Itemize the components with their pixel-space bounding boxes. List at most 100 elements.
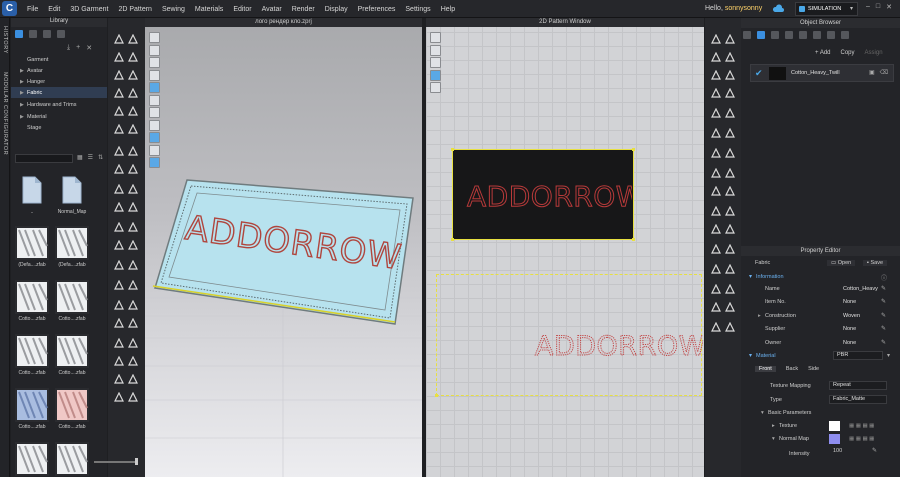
library-tree-garment[interactable]: Garment (11, 54, 107, 65)
sew-tool-icon[interactable] (128, 355, 138, 366)
library-search-input[interactable] (15, 154, 73, 163)
information-section[interactable]: ▾ Information ⓘ (741, 271, 900, 283)
tab-side[interactable]: Side (808, 366, 819, 372)
user-greeting[interactable]: Hello, sonnysonny (705, 5, 762, 12)
seam-tool-icon[interactable] (711, 263, 721, 274)
fabric-thumbnail[interactable] (15, 388, 49, 422)
pin-tool-icon[interactable] (114, 201, 124, 212)
texture-tool-icon[interactable] (725, 301, 735, 312)
offset-tool-icon[interactable] (711, 167, 721, 178)
expand-arrow-icon[interactable]: ▶ (20, 90, 24, 96)
steam-tool-icon[interactable] (114, 87, 124, 98)
avatar-tool-icon[interactable] (114, 163, 124, 174)
topstitch-tab-icon[interactable] (799, 30, 807, 39)
drag-tool-icon[interactable] (128, 373, 138, 384)
fabric-thumbnail[interactable] (55, 442, 89, 476)
pattern-piece-outline[interactable]: ADDORROW (435, 274, 704, 397)
folder-library-icon[interactable] (57, 29, 65, 38)
menu-settings[interactable]: Settings (400, 6, 435, 13)
transform-tool-icon[interactable] (128, 183, 138, 194)
steam-tool-icon[interactable] (114, 239, 124, 250)
simulation-mode-button[interactable]: SIMULATION (795, 2, 858, 16)
folder-thumbnail[interactable] (15, 173, 49, 207)
pin-tool-icon[interactable] (114, 355, 124, 366)
measure-tool-icon[interactable] (114, 105, 124, 116)
2d-pattern-window[interactable]: 2D Pattern Window ADDORROW ADDORROW (426, 18, 704, 477)
rect-tool-icon[interactable] (725, 205, 735, 216)
fold-tool-icon[interactable] (114, 221, 124, 232)
corner-point[interactable] (451, 148, 454, 151)
expand-arrow-icon[interactable]: ▸ (772, 423, 775, 429)
transform-tool-icon[interactable] (128, 337, 138, 348)
curve-tool-icon[interactable] (711, 51, 721, 62)
menu-2d-pattern[interactable]: 2D Pattern (113, 6, 156, 13)
edit-pattern-tool-icon[interactable] (711, 185, 721, 196)
add-button[interactable]: + Add (815, 50, 831, 56)
info-help-icon[interactable]: ⓘ (881, 273, 887, 282)
menu-3d-garment[interactable]: 3D Garment (65, 6, 113, 13)
library-tree-hanger[interactable]: ▶ Hanger (11, 76, 107, 87)
save-button[interactable]: ▪ Save (863, 260, 888, 266)
intensity-slider-handle[interactable] (135, 458, 138, 465)
internal-tool-icon[interactable] (725, 69, 735, 80)
symmetry-tool-icon[interactable] (725, 127, 735, 138)
trim-tool-icon[interactable] (128, 299, 138, 310)
collapse-arrow-icon[interactable]: ▾ (772, 436, 775, 442)
expand-arrow-icon[interactable]: ▶ (20, 79, 24, 85)
trace-tool-icon[interactable] (725, 321, 735, 332)
graphic-tool-icon[interactable] (114, 145, 124, 156)
symmetry-tool-icon[interactable] (725, 283, 735, 294)
button-tool-icon[interactable] (114, 123, 124, 134)
fabric-thumbnail[interactable] (15, 442, 49, 476)
zipper-tool-icon[interactable] (128, 279, 138, 290)
edit-pattern-tool-icon[interactable] (711, 33, 721, 44)
menu-avatar[interactable]: Avatar (257, 6, 287, 13)
select-tool-icon[interactable] (114, 337, 124, 348)
corner-point[interactable] (451, 238, 454, 241)
polygon-tool-icon[interactable] (711, 69, 721, 80)
open-button[interactable]: ▭ Open (827, 260, 856, 266)
edit-pencil-icon[interactable]: ✎ (881, 339, 886, 346)
store-icon[interactable] (43, 29, 51, 38)
basic-parameters-section[interactable]: ▾ Basic Parameters (741, 407, 900, 419)
pattern-grid-icon[interactable] (430, 57, 441, 68)
cloud-library-icon[interactable] (29, 29, 37, 38)
material-settings-icon[interactable]: ▾ (887, 352, 890, 359)
flatten-tool-icon[interactable] (128, 391, 138, 402)
flatten-tool-icon[interactable] (128, 239, 138, 250)
menu-render[interactable]: Render (287, 6, 320, 13)
menu-file[interactable]: File (22, 6, 43, 13)
expand-arrow-icon[interactable]: ▶ (20, 68, 24, 74)
drag-tool-icon[interactable] (128, 221, 138, 232)
point-tool-icon[interactable] (725, 33, 735, 44)
edit-pencil-icon[interactable]: ✎ (881, 285, 886, 292)
tape-tool-icon[interactable] (128, 105, 138, 116)
fabric-type-select[interactable]: Fabric_Matte (829, 395, 887, 404)
fabric-tab-icon[interactable] (757, 30, 765, 39)
menu-editor[interactable]: Editor (228, 6, 256, 13)
seam-tool-icon[interactable] (711, 107, 721, 118)
sew-tool-icon[interactable] (128, 51, 138, 62)
corner-point[interactable] (435, 394, 438, 397)
fabric-delete-icon[interactable]: ⌫ (880, 69, 888, 76)
library-tree-stage[interactable]: Stage (11, 122, 107, 133)
fabric-grain-tool-icon[interactable] (711, 147, 721, 158)
fold-line-tool-icon[interactable] (711, 127, 721, 138)
edit-pencil-icon[interactable]: ✎ (881, 312, 886, 319)
transform-tool-icon[interactable] (128, 33, 138, 44)
expand-arrow-icon[interactable]: ▶ (20, 102, 24, 108)
steam-tool-icon[interactable] (114, 391, 124, 402)
pattern-fit-icon[interactable] (430, 44, 441, 56)
material-section[interactable]: ▾ Material PBR ▾ (741, 350, 900, 362)
assign-button[interactable]: Assign (865, 50, 883, 56)
point-tool-icon[interactable] (725, 185, 735, 196)
list-view-icon[interactable]: ☰ (88, 154, 93, 161)
edit-pencil-icon[interactable]: ✎ (881, 325, 886, 332)
fabric-thumbnail[interactable] (55, 226, 89, 260)
pose-tool-icon[interactable] (128, 163, 138, 174)
collapse-arrow-icon[interactable]: ▾ (749, 352, 752, 359)
internal-tool-icon[interactable] (725, 223, 735, 234)
zipper-tab-icon[interactable] (841, 30, 849, 39)
texture-options-icons[interactable]: ▦ ▦ ▦ ▦ (849, 423, 874, 429)
dart-tool-icon[interactable] (711, 87, 721, 98)
